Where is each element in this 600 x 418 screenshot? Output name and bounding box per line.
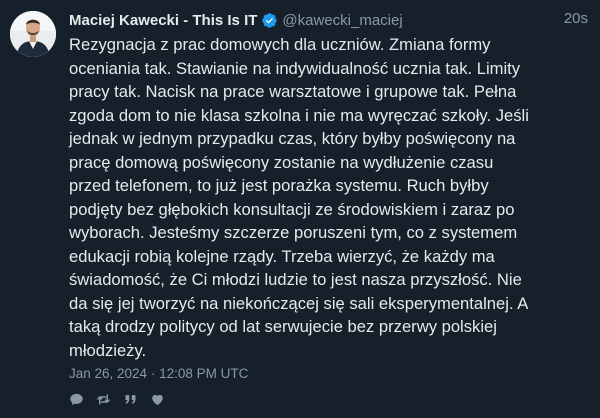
tweet-text-line: świadomość, że Ci młodzi ludzie to jest …: [69, 270, 522, 289]
retweet-icon[interactable]: [96, 392, 111, 407]
tweet-text-line: przed telefonem, to już jest porażka sys…: [69, 176, 489, 195]
heart-icon[interactable]: [150, 392, 165, 407]
tweet-text-line: Rezygnacja z prac domowych dla uczniów. …: [69, 35, 491, 54]
tweet-text-line: zgoda dom to nie klasa szkolna i nie ma …: [69, 105, 529, 125]
avatar[interactable]: [10, 11, 56, 57]
tweet-text-line: jednak w jednym przypadku czas, który by…: [69, 129, 516, 148]
tweet-header: Maciej Kawecki - This Is IT @kawecki_mac…: [69, 9, 588, 31]
tweet-text-line: wyborach. Jesteśmy szczerze poruszeni ty…: [69, 223, 518, 242]
tweet: Maciej Kawecki - This Is IT @kawecki_mac…: [0, 0, 600, 418]
tweet-text: Rezygnacja z prac domowych dla uczniów. …: [69, 33, 593, 362]
action-bar: [69, 392, 165, 407]
tweet-text-line: da się jej tworzyć na niekończącej się s…: [69, 293, 529, 313]
tweet-text-line: młodzieży.: [69, 340, 147, 360]
tweet-text-line: pracę domową poświęcony zostanie na wydł…: [69, 152, 494, 172]
tweet-text-line: oceniania tak. Stawianie na indywidualno…: [69, 58, 521, 78]
comment-icon[interactable]: [69, 392, 84, 407]
verified-badge-icon: [261, 12, 278, 29]
tweet-text-line: podjęty bez głębokich konsultacji ze śro…: [69, 199, 515, 219]
tweet-timestamp[interactable]: Jan 26, 2024 · 12:08 PM UTC: [69, 366, 248, 381]
author-handle[interactable]: @kawecki_maciej: [282, 12, 402, 29]
tweet-text-line: taką drodzy politycy od lat serwujecie b…: [69, 317, 497, 336]
relative-time[interactable]: 20s: [564, 10, 588, 27]
tweet-text-line: pracy tak. Nacisk na prace warsztatowe i…: [69, 82, 517, 101]
author-name[interactable]: Maciej Kawecki - This Is IT: [69, 12, 257, 29]
avatar-image: [10, 11, 56, 57]
tweet-text-line: edukacji robią kolejne rządy. Trzeba wie…: [69, 246, 495, 266]
quote-icon[interactable]: [123, 392, 138, 407]
